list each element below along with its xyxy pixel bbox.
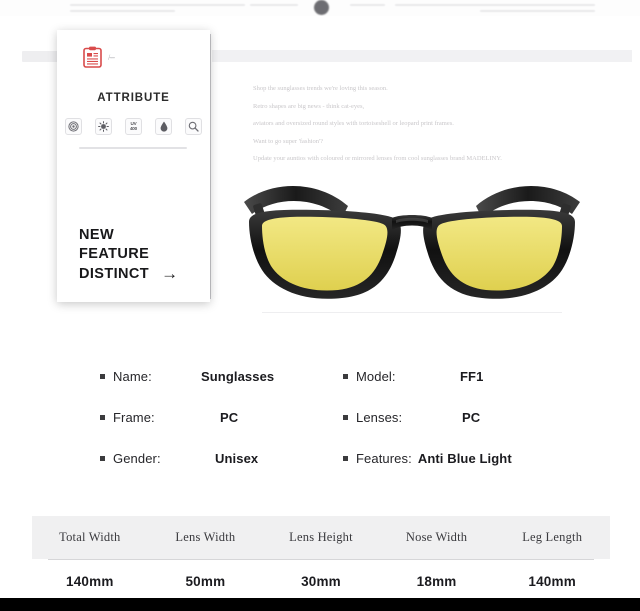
table-cell: 140mm (66, 573, 114, 589)
spec-value: PC (220, 410, 239, 425)
spec-label: Frame: (113, 410, 155, 425)
description-block: Shop the sunglasses trends we're loving … (253, 80, 593, 168)
bullet-icon (100, 456, 105, 461)
spec-row: Gender: Unisex Features: Anti Blue Light (100, 438, 560, 479)
spec-item-gender: Gender: Unisex (100, 451, 343, 466)
spec-value: Unisex (215, 451, 259, 466)
column-header: Lens Width (175, 530, 236, 544)
uv400-line2: 400 (129, 125, 138, 131)
sunglasses-photo (232, 174, 592, 312)
table-row: 140mm 50mm 30mm 18mm 140mm (32, 560, 610, 602)
droplet-icon[interactable] (155, 118, 172, 135)
spec-label: Lenses: (356, 410, 403, 425)
bullet-icon (100, 374, 105, 379)
column-header: Nose Width (405, 530, 468, 544)
headline-line-2: FEATURE (79, 246, 150, 262)
spec-grid: Name: Sunglasses Model: FF1 Frame: PC Le… (100, 356, 560, 479)
measurements-table: Total Width Lens Width Lens Height Nose … (32, 516, 610, 603)
spec-item-name: Name: Sunglasses (100, 369, 343, 384)
blurred-text-line (480, 10, 595, 12)
attribute-icon-row: UV 400 (65, 118, 202, 135)
spec-item-model: Model: FF1 (343, 369, 560, 384)
dark-circle-badge-icon[interactable] (314, 0, 329, 15)
column-header: Total Width (59, 530, 121, 544)
description-line: Retro shapes are big news - think cat-ey… (253, 102, 365, 110)
table-cell: 140mm (528, 573, 576, 589)
attribute-underline (79, 147, 187, 149)
spec-label: Gender: (113, 451, 161, 466)
blurred-text-line (70, 4, 245, 6)
column-header: Lens Height (289, 530, 353, 544)
page-surface: /--- ATTRIBUTE UV 400 NEW FEATURE DISTIN… (0, 16, 640, 606)
clipboard-row: /--- (83, 46, 115, 68)
description-line: Want to go super 'fashion'? (253, 137, 324, 145)
clipboard-icon (83, 46, 102, 68)
bullet-icon (343, 415, 348, 420)
bullet-icon (100, 415, 105, 420)
table-cell: 18mm (416, 573, 457, 589)
description-line: Update your auntios with coloured or mir… (253, 155, 502, 163)
blurred-text-line (395, 4, 595, 6)
headline-line-3-row: DISTINCT → (79, 264, 178, 284)
bullet-icon (343, 374, 348, 379)
blurred-text-line (70, 10, 175, 12)
target-icon[interactable] (65, 118, 82, 135)
table-header-row: Total Width Lens Width Lens Height Nose … (32, 516, 610, 559)
uv400-icon[interactable]: UV 400 (125, 118, 142, 135)
headline-line-3: DISTINCT (79, 266, 150, 282)
spec-row: Name: Sunglasses Model: FF1 (100, 356, 560, 397)
headline-line-1: NEW (79, 227, 115, 243)
spec-row: Frame: PC Lenses: PC (100, 397, 560, 438)
table-cell: 50mm (185, 573, 226, 589)
spec-label: Model: (356, 369, 396, 384)
grey-band (212, 50, 632, 62)
spec-label: Features: (356, 451, 412, 466)
magnifier-icon[interactable] (185, 118, 202, 135)
sun-icon[interactable] (95, 118, 112, 135)
top-header-strip (0, 0, 640, 16)
spec-value: Anti Blue Light (417, 451, 512, 466)
attribute-card: /--- ATTRIBUTE UV 400 NEW FEATURE DISTIN… (57, 30, 210, 302)
spec-label: Name: (113, 369, 152, 384)
spec-value: FF1 (460, 369, 484, 384)
bullet-icon (343, 456, 348, 461)
spec-value: PC (462, 410, 481, 425)
bottom-letterbox-bar (0, 598, 640, 611)
spec-value: Sunglasses (201, 369, 275, 384)
description-line: Shop the sunglasses trends we're loving … (253, 85, 388, 92)
description-line: aviators and oversized round styles with… (253, 120, 454, 128)
clipboard-note: /--- (108, 52, 115, 62)
arrow-right-icon[interactable]: → (161, 264, 178, 283)
spec-item-frame: Frame: PC (100, 410, 343, 425)
column-header: Leg Length (522, 530, 583, 544)
blurred-text-line (350, 4, 385, 6)
blurred-text-line (250, 4, 298, 6)
attribute-title: ATTRIBUTE (97, 92, 170, 104)
product-detail-page: /--- ATTRIBUTE UV 400 NEW FEATURE DISTIN… (0, 0, 640, 611)
vertical-divider (210, 34, 211, 299)
table-cell: 30mm (301, 573, 341, 589)
spec-item-features: Features: Anti Blue Light (343, 451, 560, 466)
photo-divider (262, 312, 562, 313)
spec-item-lenses: Lenses: PC (343, 410, 560, 425)
attribute-headline: NEW FEATURE DISTINCT → (79, 226, 178, 284)
